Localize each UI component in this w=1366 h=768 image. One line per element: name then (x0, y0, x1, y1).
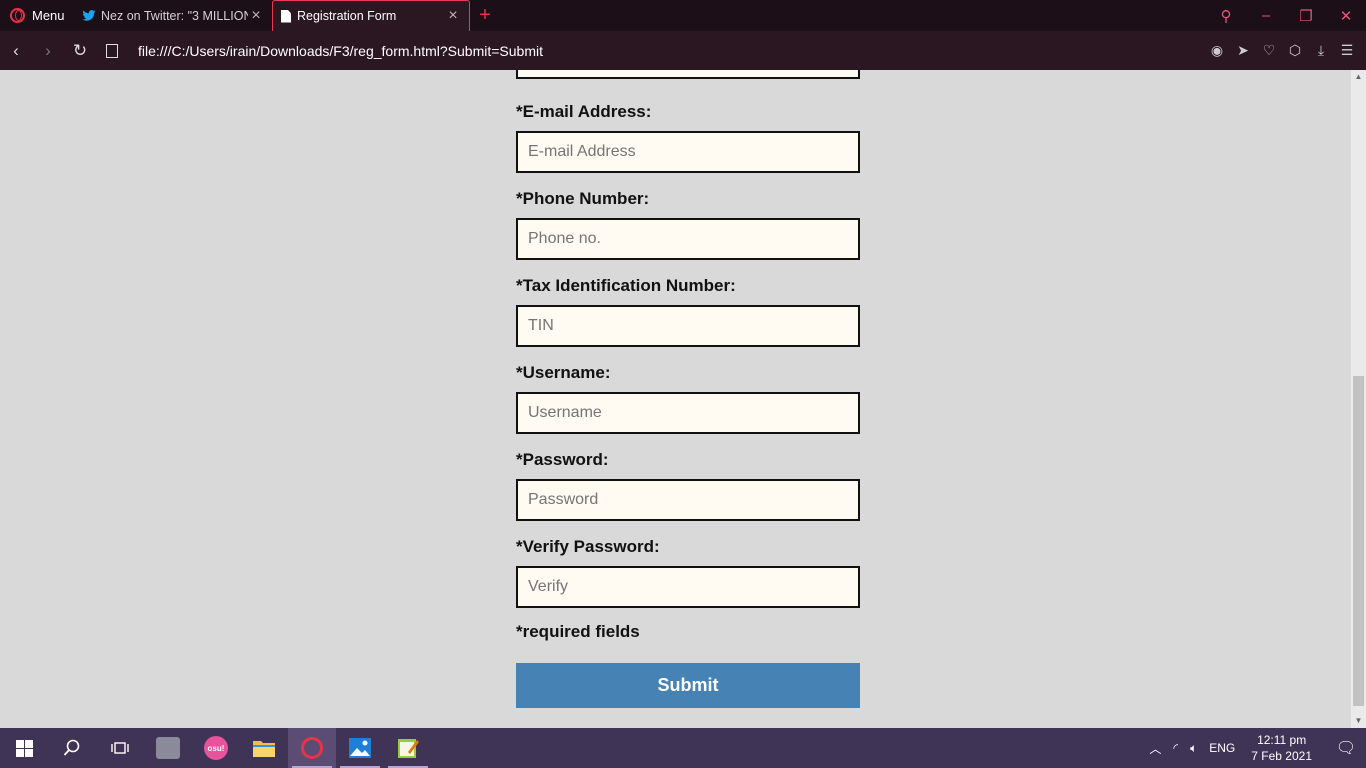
verify-password-label: *Verify Password: (516, 537, 660, 556)
window-controls: ⚲ – ❐ ✕ (1206, 0, 1366, 31)
password-label: *Password: (516, 450, 609, 469)
address-bar: ‹ › ↻ file:///C:/Users/irain/Downloads/F… (0, 31, 1366, 70)
taskbar-app-game[interactable] (144, 728, 192, 768)
url-field[interactable]: file:///C:/Users/irain/Downloads/F3/reg_… (138, 43, 543, 59)
notification-center-icon[interactable]: 🗨︎ (1326, 738, 1366, 758)
scroll-down-arrow-icon[interactable]: ▼ (1351, 714, 1366, 728)
taskbar-app-notepad[interactable] (384, 728, 432, 768)
email-field-group: *E-mail Address: E-mail Address (516, 100, 860, 173)
task-view-icon (111, 742, 129, 754)
clock-date: 7 Feb 2021 (1251, 749, 1312, 763)
language-indicator[interactable]: ENG (1209, 741, 1235, 755)
easy-setup-icon[interactable]: ☰ (1334, 42, 1360, 59)
snapshot-icon[interactable]: ◉ (1204, 42, 1230, 59)
taskbar-app-file-explorer[interactable] (240, 728, 288, 768)
taskbar-app-photos[interactable] (336, 728, 384, 768)
taskbar-app-opera[interactable] (288, 728, 336, 768)
email-label: *E-mail Address: (516, 102, 652, 121)
tin-input[interactable]: TIN (516, 305, 860, 347)
search-icon (63, 739, 80, 756)
tab-title: Nez on Twitter: "3 MILLION (101, 8, 248, 23)
game-app-icon (156, 737, 180, 759)
volume-icon[interactable]: 🔈︎ (1190, 741, 1197, 756)
tab-twitter[interactable]: Nez on Twitter: "3 MILLION × (74, 0, 272, 31)
password-field-group: *Password: Password (516, 448, 860, 521)
vertical-scrollbar[interactable]: ▲ ▼ (1351, 70, 1366, 728)
search-button[interactable] (48, 728, 96, 768)
username-field-group: *Username: Username (516, 361, 860, 434)
phone-label: *Phone Number: (516, 189, 650, 208)
tab-registration-form[interactable]: Registration Form × (272, 0, 470, 31)
clock[interactable]: 12:11 pm 7 Feb 2021 (1251, 732, 1312, 764)
opera-menu-button[interactable]: Menu (0, 0, 74, 31)
search-tabs-icon[interactable]: ⚲ (1206, 7, 1246, 25)
notepad-plus-icon (398, 739, 419, 758)
tab-title: Registration Form (297, 9, 397, 23)
page-viewport: *E-mail Address: E-mail Address *Phone N… (0, 70, 1351, 728)
close-window-button[interactable]: ✕ (1326, 7, 1366, 25)
tab-close-icon[interactable]: × (248, 7, 264, 25)
password-input[interactable]: Password (516, 479, 860, 521)
start-button[interactable] (0, 728, 48, 768)
menu-label: Menu (32, 8, 65, 23)
reload-button[interactable]: ↻ (64, 41, 96, 61)
phone-field-group: *Phone Number: Phone no. (516, 187, 860, 260)
bookmark-heart-icon[interactable]: ♡ (1256, 42, 1282, 59)
clock-time: 12:11 pm (1257, 733, 1307, 747)
twitter-bird-icon (82, 10, 96, 21)
minimize-button[interactable]: – (1246, 7, 1286, 24)
required-fields-note: *required fields (516, 622, 640, 641)
windows-taskbar: osu! ︿ ◜ 🔈︎ ENG 12:11 pm 7 Feb 2021 🗨︎ (0, 728, 1366, 768)
verify-password-input[interactable]: Verify (516, 566, 860, 608)
tin-field-group: *Tax Identification Number: TIN (516, 274, 860, 347)
forward-button[interactable]: › (32, 41, 64, 61)
back-button[interactable]: ‹ (0, 41, 32, 61)
previous-input-field[interactable] (516, 70, 860, 79)
file-icon (281, 9, 291, 23)
phone-input[interactable]: Phone no. (516, 218, 860, 260)
address-bar-actions: ◉ ➤ ♡ ⬡ ⤓ ☰ (1204, 31, 1360, 70)
wifi-icon[interactable]: ◜ (1173, 741, 1178, 755)
folder-icon (253, 741, 275, 757)
verify-password-field-group: *Verify Password: Verify (516, 535, 860, 608)
taskbar-app-osu[interactable]: osu! (192, 728, 240, 768)
send-icon[interactable]: ➤ (1230, 42, 1256, 59)
username-label: *Username: (516, 363, 611, 382)
username-input[interactable]: Username (516, 392, 860, 434)
email-input[interactable]: E-mail Address (516, 131, 860, 173)
osu-icon: osu! (204, 736, 228, 760)
crypto-wallet-icon[interactable]: ⬡ (1282, 42, 1308, 59)
submit-button[interactable]: Submit (516, 663, 860, 708)
show-hidden-icons-chevron-icon[interactable]: ︿ (1149, 740, 1161, 757)
opera-icon (301, 737, 323, 759)
system-tray: ︿ ◜ 🔈︎ ENG 12:11 pm 7 Feb 2021 🗨︎ (1143, 728, 1366, 768)
task-view-button[interactable] (96, 728, 144, 768)
scrollbar-thumb[interactable] (1353, 376, 1364, 706)
windows-logo-icon (15, 739, 33, 757)
file-icon (106, 43, 118, 58)
tab-close-icon[interactable]: × (445, 7, 461, 25)
scroll-up-arrow-icon[interactable]: ▲ (1351, 70, 1366, 84)
tab-strip: Menu Nez on Twitter: "3 MILLION × Regist… (0, 0, 1366, 31)
tin-label: *Tax Identification Number: (516, 276, 736, 295)
download-icon[interactable]: ⤓ (1308, 42, 1334, 59)
opera-logo-icon (10, 8, 25, 23)
photos-icon (349, 738, 371, 758)
restore-button[interactable]: ❐ (1286, 7, 1326, 25)
new-tab-button[interactable]: + (470, 0, 500, 31)
